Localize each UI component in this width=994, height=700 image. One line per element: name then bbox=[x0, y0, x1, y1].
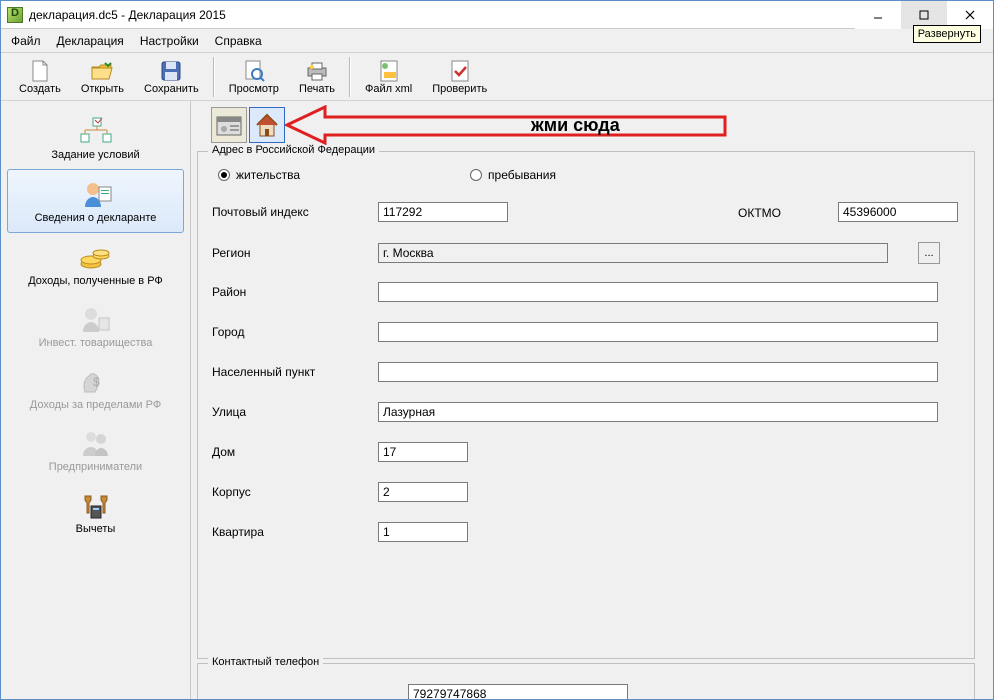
district-label: Район bbox=[212, 285, 378, 299]
building-input[interactable] bbox=[378, 482, 468, 502]
open-folder-icon bbox=[90, 59, 114, 83]
house-label: Дом bbox=[212, 445, 378, 459]
print-icon bbox=[305, 59, 329, 83]
toolbar-filexml[interactable]: Файл xml bbox=[355, 57, 422, 97]
region-label: Регион bbox=[212, 246, 378, 260]
toolbar-create[interactable]: Создать bbox=[9, 57, 71, 97]
postal-label: Почтовый индекс bbox=[212, 205, 378, 219]
fieldset-address-rf: Адрес в Российской Федерации жительства … bbox=[197, 151, 975, 659]
tab-personal-info[interactable] bbox=[211, 107, 247, 143]
region-browse-button[interactable]: ... bbox=[918, 242, 940, 264]
toolbar-check[interactable]: Проверить bbox=[422, 57, 497, 97]
sidebar-item-deductions[interactable]: Вычеты bbox=[1, 481, 190, 543]
check-icon bbox=[448, 59, 472, 83]
sidebar-item-income-abroad: $ Доходы за пределами РФ bbox=[1, 357, 190, 419]
sidebar: Задание условий Сведения о декларанте До… bbox=[1, 101, 191, 699]
menubar: Файл Декларация Настройки Справка bbox=[1, 29, 993, 53]
radio-icon bbox=[218, 169, 230, 181]
legend-phone: Контактный телефон bbox=[208, 656, 323, 668]
radio-stay[interactable]: пребывания bbox=[470, 168, 556, 182]
sidebar-item-invest: Инвест. товарищества bbox=[1, 295, 190, 357]
deductions-icon bbox=[78, 487, 114, 523]
preview-icon bbox=[242, 59, 266, 83]
street-label: Улица bbox=[212, 405, 378, 419]
building-label: Корпус bbox=[212, 485, 378, 499]
flat-label: Квартира bbox=[212, 525, 378, 539]
xml-file-icon bbox=[377, 59, 401, 83]
flat-input[interactable] bbox=[378, 522, 468, 542]
oktmo-input[interactable] bbox=[838, 202, 958, 222]
radio-icon bbox=[470, 169, 482, 181]
toolbar-open[interactable]: Открыть bbox=[71, 57, 134, 97]
entrepreneur-icon bbox=[78, 425, 114, 461]
tab-address[interactable] bbox=[249, 107, 285, 143]
phone-input[interactable] bbox=[408, 684, 628, 699]
menu-declaration[interactable]: Декларация bbox=[57, 34, 124, 48]
sidebar-item-declarant[interactable]: Сведения о декларанте bbox=[7, 169, 184, 233]
declarant-icon bbox=[78, 176, 114, 212]
main-panel: жми сюда Адрес в Российской Федерации жи… bbox=[191, 101, 993, 699]
income-abroad-icon: $ bbox=[78, 363, 114, 399]
locality-input[interactable] bbox=[378, 362, 938, 382]
menu-settings[interactable]: Настройки bbox=[140, 34, 199, 48]
sidebar-item-conditions[interactable]: Задание условий bbox=[1, 107, 190, 169]
district-input[interactable] bbox=[378, 282, 938, 302]
maximize-tooltip: Развернуть bbox=[913, 25, 981, 43]
new-file-icon bbox=[28, 59, 52, 83]
oktmo-label: ОКТМО bbox=[738, 206, 781, 220]
radio-residence[interactable]: жительства bbox=[218, 168, 300, 182]
house-input[interactable] bbox=[378, 442, 468, 462]
city-input[interactable] bbox=[378, 322, 938, 342]
titlebar: декларация.dc5 - Декларация 2015 Разверн… bbox=[1, 1, 993, 29]
toolbar-preview[interactable]: Просмотр bbox=[219, 57, 289, 97]
annotation-arrow bbox=[285, 105, 735, 145]
save-icon bbox=[159, 59, 183, 83]
toolbar-print[interactable]: Печать bbox=[289, 57, 345, 97]
annotation-label: жми сюда bbox=[531, 115, 620, 136]
income-rf-icon bbox=[78, 239, 114, 275]
minimize-button[interactable] bbox=[855, 1, 901, 29]
postal-input[interactable] bbox=[378, 202, 508, 222]
street-input[interactable] bbox=[378, 402, 938, 422]
toolbar-save[interactable]: Сохранить bbox=[134, 57, 209, 97]
locality-label: Населенный пункт bbox=[212, 365, 378, 379]
sidebar-item-entrepreneur: Предприниматели bbox=[1, 419, 190, 481]
invest-icon bbox=[78, 301, 114, 337]
menu-file[interactable]: Файл bbox=[11, 34, 41, 48]
fieldset-phone: Контактный телефон bbox=[197, 663, 975, 699]
app-icon bbox=[7, 7, 23, 23]
sidebar-item-income-rf[interactable]: Доходы, полученные в РФ bbox=[1, 233, 190, 295]
svg-text:$: $ bbox=[93, 375, 100, 389]
conditions-icon bbox=[78, 113, 114, 149]
window-title: декларация.dc5 - Декларация 2015 bbox=[29, 8, 226, 22]
menu-help[interactable]: Справка bbox=[215, 34, 262, 48]
toolbar: Создать Открыть Сохранить Просмотр Печа bbox=[1, 53, 993, 101]
legend-address-rf: Адрес в Российской Федерации bbox=[208, 144, 379, 156]
city-label: Город bbox=[212, 325, 378, 339]
region-input bbox=[378, 243, 888, 263]
